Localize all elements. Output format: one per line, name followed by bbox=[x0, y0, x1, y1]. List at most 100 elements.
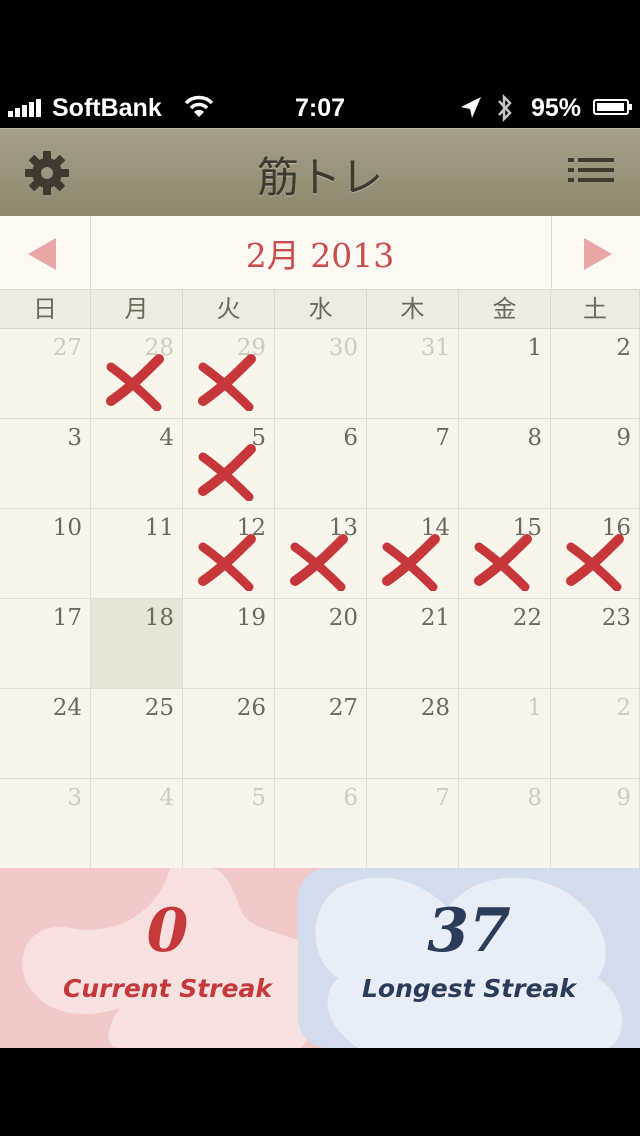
day-number: 10 bbox=[52, 515, 82, 541]
calendar-day-cell[interactable]: 21 bbox=[367, 599, 459, 689]
calendar-day-cell[interactable]: 11 bbox=[91, 509, 183, 599]
weekday-label: 水 bbox=[275, 290, 367, 328]
calendar-day-cell[interactable]: 8 bbox=[459, 779, 551, 869]
x-mark-icon bbox=[382, 534, 440, 591]
calendar-day-cell[interactable]: 1 bbox=[459, 689, 551, 779]
x-mark-icon bbox=[474, 534, 532, 591]
list-icon[interactable] bbox=[568, 152, 616, 192]
calendar-day-cell[interactable]: 27 bbox=[275, 689, 367, 779]
day-number: 2 bbox=[616, 695, 631, 721]
day-number: 18 bbox=[144, 605, 174, 631]
calendar-day-cell[interactable]: 20 bbox=[275, 599, 367, 689]
app-title: 筋トレ bbox=[256, 153, 383, 202]
day-number: 6 bbox=[343, 425, 358, 451]
day-number: 5 bbox=[251, 785, 266, 811]
day-number: 31 bbox=[420, 335, 450, 361]
day-number: 9 bbox=[616, 425, 631, 451]
calendar-day-cell[interactable]: 5 bbox=[183, 779, 275, 869]
day-number: 11 bbox=[144, 515, 174, 541]
calendar-day-cell[interactable]: 24 bbox=[0, 689, 91, 779]
next-month-button[interactable] bbox=[551, 216, 640, 289]
day-number: 1 bbox=[527, 695, 542, 721]
calendar: 2月 2013 日月火水木金土 27 28 29 30 31 1 2 3 4 5 6 7 8 9 10 11 1… bbox=[0, 216, 640, 869]
day-number: 27 bbox=[52, 335, 82, 361]
day-number: 22 bbox=[512, 605, 542, 631]
day-number: 3 bbox=[67, 785, 82, 811]
calendar-day-cell[interactable]: 10 bbox=[0, 509, 91, 599]
calendar-day-cell[interactable]: 1 bbox=[459, 329, 551, 419]
day-number: 8 bbox=[527, 785, 542, 811]
calendar-day-cell[interactable]: 28 bbox=[367, 689, 459, 779]
calendar-day-cell[interactable]: 2 bbox=[551, 689, 640, 779]
month-label: 2月 2013 bbox=[245, 236, 395, 275]
longest-streak-value: 37 bbox=[427, 896, 511, 966]
day-number: 2 bbox=[616, 335, 631, 361]
battery-percent: 95% bbox=[531, 94, 582, 122]
current-streak-panel: 0 Current Streak bbox=[0, 868, 335, 1048]
day-number: 20 bbox=[328, 605, 358, 631]
day-number: 23 bbox=[601, 605, 631, 631]
x-mark-icon bbox=[566, 534, 624, 591]
calendar-day-cell[interactable]: 14 bbox=[367, 509, 459, 599]
day-number: 30 bbox=[328, 335, 358, 361]
calendar-day-cell[interactable]: 28 bbox=[91, 329, 183, 419]
calendar-day-cell[interactable]: 27 bbox=[0, 329, 91, 419]
longest-streak-panel: 37 Longest Streak bbox=[298, 868, 640, 1048]
day-number: 7 bbox=[435, 785, 450, 811]
day-number: 1 bbox=[527, 335, 542, 361]
day-number: 3 bbox=[67, 425, 82, 451]
calendar-day-cell[interactable]: 19 bbox=[183, 599, 275, 689]
calendar-day-cell[interactable]: 17 bbox=[0, 599, 91, 689]
day-number: 27 bbox=[328, 695, 358, 721]
calendar-day-cell[interactable]: 9 bbox=[551, 419, 640, 509]
longest-streak-label: Longest Streak bbox=[361, 974, 577, 1003]
calendar-day-cell[interactable]: 31 bbox=[367, 329, 459, 419]
day-number: 17 bbox=[52, 605, 82, 631]
day-number: 26 bbox=[236, 695, 266, 721]
calendar-day-cell[interactable]: 18 bbox=[91, 599, 183, 689]
day-number: 24 bbox=[52, 695, 82, 721]
calendar-day-cell[interactable]: 26 bbox=[183, 689, 275, 779]
calendar-day-cell[interactable]: 4 bbox=[91, 779, 183, 869]
calendar-day-cell[interactable]: 2 bbox=[551, 329, 640, 419]
x-mark-icon bbox=[198, 354, 256, 411]
navigation-bar: 筋トレ bbox=[0, 128, 640, 217]
calendar-day-cell[interactable]: 30 bbox=[275, 329, 367, 419]
weekday-label: 月 bbox=[91, 290, 183, 328]
day-number: 25 bbox=[144, 695, 174, 721]
calendar-day-cell[interactable]: 7 bbox=[367, 419, 459, 509]
calendar-day-cell[interactable]: 8 bbox=[459, 419, 551, 509]
day-number: 4 bbox=[159, 425, 174, 451]
calendar-day-cell[interactable]: 13 bbox=[275, 509, 367, 599]
calendar-day-cell[interactable]: 4 bbox=[91, 419, 183, 509]
arrow-right-icon bbox=[584, 238, 612, 270]
day-number: 19 bbox=[236, 605, 266, 631]
x-mark-icon bbox=[198, 444, 256, 501]
calendar-day-cell[interactable]: 25 bbox=[91, 689, 183, 779]
calendar-day-cell[interactable]: 3 bbox=[0, 419, 91, 509]
x-mark-icon bbox=[106, 354, 164, 411]
calendar-day-cell[interactable]: 6 bbox=[275, 419, 367, 509]
calendar-day-cell[interactable]: 12 bbox=[183, 509, 275, 599]
location-icon bbox=[461, 97, 481, 118]
x-mark-icon bbox=[290, 534, 348, 591]
weekday-label: 木 bbox=[367, 290, 459, 328]
month-header: 2月 2013 bbox=[0, 216, 640, 289]
calendar-day-cell[interactable]: 23 bbox=[551, 599, 640, 689]
day-number: 8 bbox=[527, 425, 542, 451]
weekday-label: 火 bbox=[183, 290, 275, 328]
weekday-label: 土 bbox=[551, 290, 640, 328]
calendar-day-cell[interactable]: 5 bbox=[183, 419, 275, 509]
calendar-day-cell[interactable]: 29 bbox=[183, 329, 275, 419]
current-streak-value: 0 bbox=[146, 896, 189, 966]
calendar-day-cell[interactable]: 22 bbox=[459, 599, 551, 689]
calendar-day-cell[interactable]: 16 bbox=[551, 509, 640, 599]
calendar-day-cell[interactable]: 9 bbox=[551, 779, 640, 869]
day-number: 28 bbox=[420, 695, 450, 721]
calendar-day-cell[interactable]: 6 bbox=[275, 779, 367, 869]
calendar-day-cell[interactable]: 15 bbox=[459, 509, 551, 599]
day-number: 7 bbox=[435, 425, 450, 451]
streaks-area: 0 Current Streak 37 Longest Streak bbox=[0, 868, 640, 1048]
calendar-day-cell[interactable]: 3 bbox=[0, 779, 91, 869]
calendar-day-cell[interactable]: 7 bbox=[367, 779, 459, 869]
